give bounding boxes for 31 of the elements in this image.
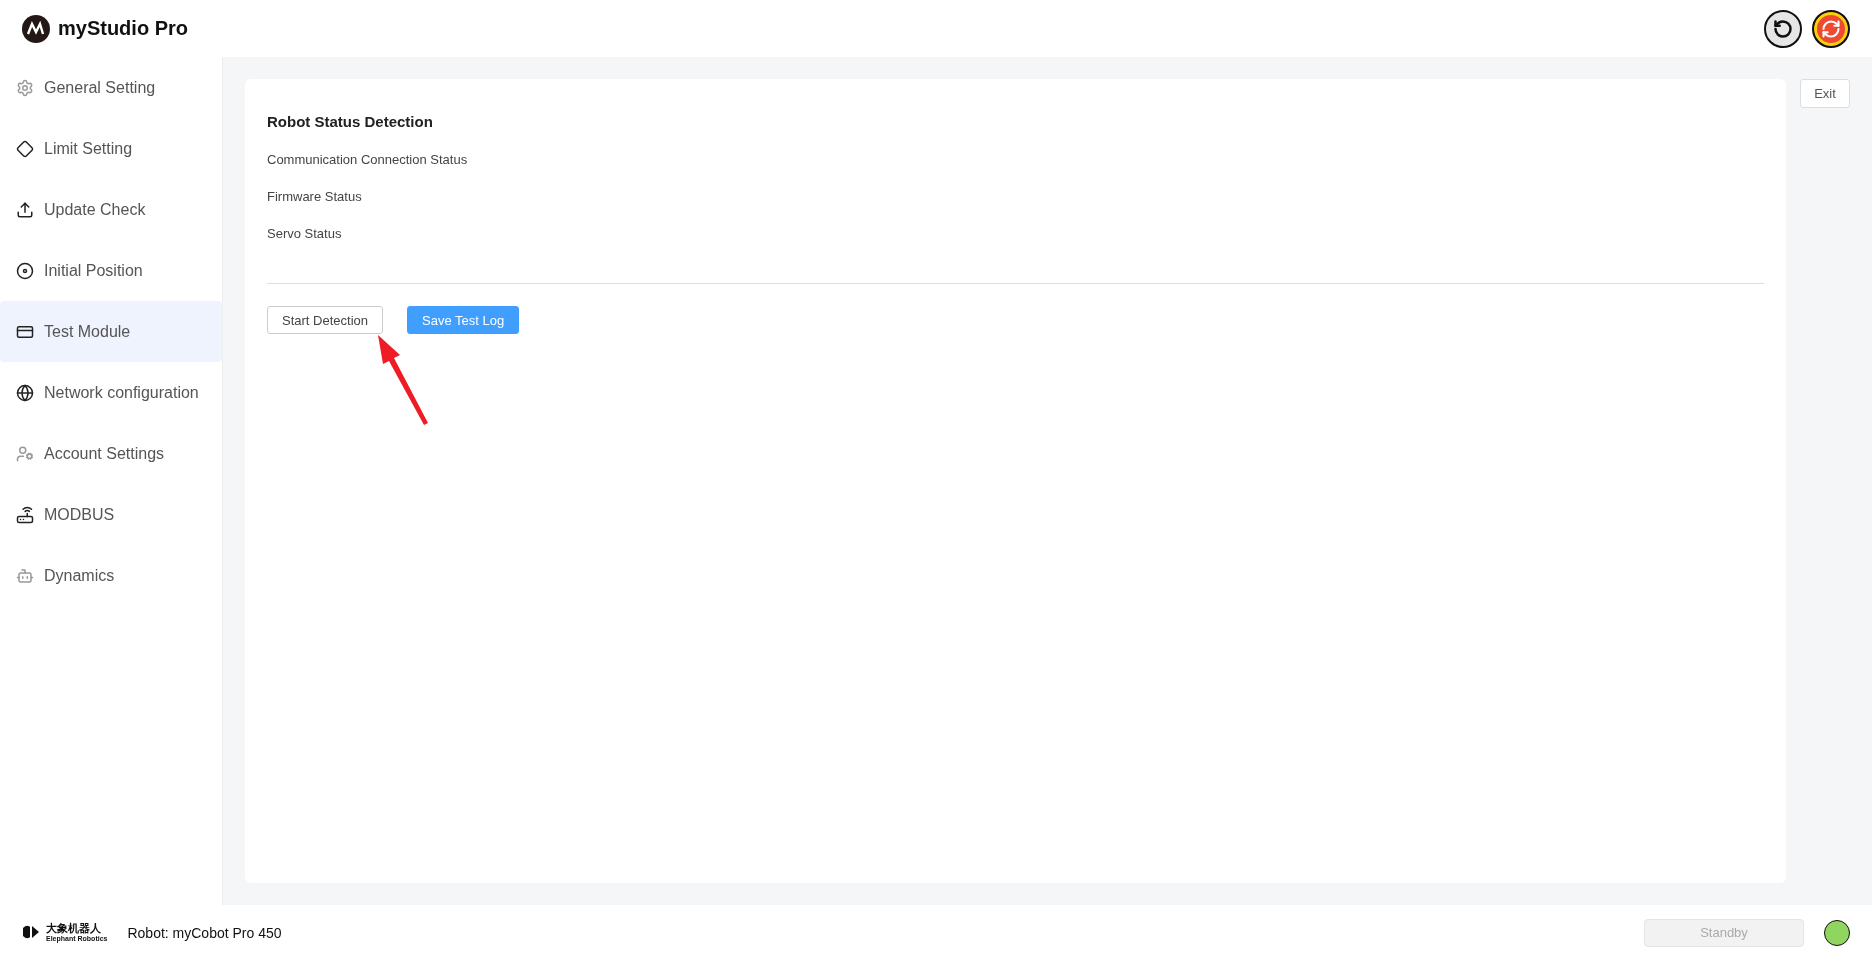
sidebar-item[interactable]: MODBUS — [0, 484, 222, 545]
status-label: Communication Connection Status — [267, 152, 468, 167]
sidebar-icon — [16, 505, 34, 524]
sidebar-item[interactable]: Dynamics — [0, 545, 222, 606]
sidebar-item[interactable]: Account Settings — [0, 423, 222, 484]
undo-icon — [1773, 18, 1793, 39]
sidebar-item[interactable]: Update Check — [0, 179, 222, 240]
undo-button[interactable] — [1764, 9, 1802, 48]
app-logo-icon — [22, 14, 50, 43]
robot-label: Robot: myCobot Pro 450 — [127, 924, 282, 941]
sidebar-item[interactable]: Limit Setting — [0, 118, 222, 179]
card-title: Robot Status Detection — [267, 113, 434, 130]
sidebar-icon — [16, 444, 34, 463]
sidebar-item[interactable]: Test Module — [0, 301, 222, 362]
exit-button[interactable]: Exit — [1800, 79, 1850, 108]
sidebar-icon — [16, 78, 34, 97]
brand-name: 大象机器人 — [46, 923, 102, 935]
sidebar-item[interactable]: Initial Position — [0, 240, 222, 301]
sidebar-item[interactable]: Network configuration — [0, 362, 222, 423]
sidebar-icon — [16, 261, 34, 280]
refresh-button[interactable] — [1812, 9, 1850, 48]
sidebar-item[interactable]: General Setting — [0, 57, 222, 118]
sidebar-icon — [16, 139, 34, 158]
start-button[interactable]: Start Detection — [267, 306, 383, 334]
status-label: Servo Status — [267, 226, 342, 241]
sidebar-icon — [16, 200, 34, 219]
sidebar-icon — [16, 383, 34, 402]
sidebar-icon — [16, 566, 34, 585]
status-label: Firmware Status — [267, 189, 362, 204]
refresh-icon — [1821, 18, 1841, 39]
app-title: myStudio Pro — [58, 17, 188, 40]
